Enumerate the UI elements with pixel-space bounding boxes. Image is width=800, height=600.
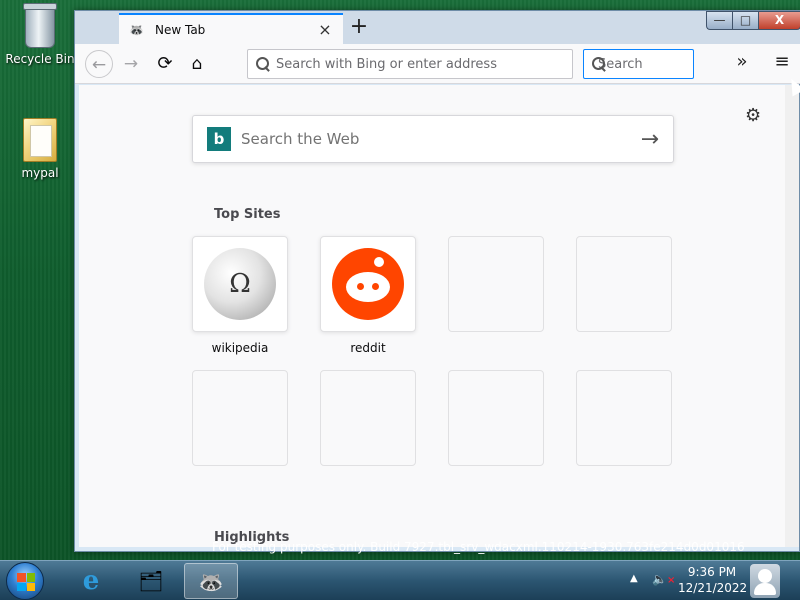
taskbar: e 🗂 🦝 ▲ 🔈× 9:36 PM 12/21/2022 xyxy=(0,560,800,600)
maximize-button[interactable]: □ xyxy=(732,11,758,30)
recycle-bin-icon xyxy=(23,3,57,48)
system-clock[interactable]: 9:36 PM 12/21/2022 xyxy=(678,564,748,596)
back-button[interactable]: ← xyxy=(85,50,113,78)
top-sites-title: Top Sites xyxy=(214,207,281,222)
raccoon-icon: 🦝 xyxy=(129,22,144,37)
url-input[interactable] xyxy=(270,56,572,72)
close-window-button[interactable]: X xyxy=(758,11,800,30)
top-site-wikipedia[interactable]: Ω xyxy=(192,236,288,332)
reddit-alien-icon xyxy=(332,248,404,320)
arrow-right-icon[interactable]: → xyxy=(641,127,659,152)
show-hidden-icons-button[interactable]: ▲ xyxy=(630,573,638,584)
desktop-icon-label: mypal xyxy=(21,166,59,180)
wikipedia-globe-icon: Ω xyxy=(204,248,276,320)
home-button[interactable]: ⌂ xyxy=(183,50,211,78)
clock-date: 12/21/2022 xyxy=(678,581,748,595)
tab-title: New Tab xyxy=(155,22,206,37)
top-site-empty[interactable] xyxy=(320,370,416,466)
new-tab-button[interactable]: + xyxy=(347,16,371,40)
top-site-empty[interactable] xyxy=(576,236,672,332)
top-site-label: reddit xyxy=(350,341,386,355)
tab-bar: 🦝 New Tab × + — □ X xyxy=(75,11,800,44)
hamburger-menu-button[interactable]: ≡ xyxy=(771,51,793,72)
start-button[interactable] xyxy=(6,562,44,600)
close-tab-icon[interactable]: × xyxy=(317,21,333,38)
web-search-box[interactable]: b → xyxy=(192,115,674,163)
top-site-reddit[interactable] xyxy=(320,236,416,332)
top-site-label: wikipedia xyxy=(211,341,269,355)
url-bar[interactable] xyxy=(247,49,573,79)
search-bar[interactable] xyxy=(583,49,768,79)
top-site-empty[interactable] xyxy=(576,370,672,466)
speaker-muted-icon[interactable]: 🔈× xyxy=(652,572,675,586)
clock-time: 9:36 PM xyxy=(687,565,737,579)
desktop-icon-recycle-bin[interactable]: Recycle Bin xyxy=(4,3,76,66)
gear-icon[interactable]: ⚙ xyxy=(745,105,761,126)
search-icon xyxy=(256,57,270,71)
overflow-menu-button[interactable]: » xyxy=(731,51,753,72)
windows-logo-icon xyxy=(17,573,35,591)
tab-new-tab[interactable]: 🦝 New Tab × xyxy=(119,13,343,44)
build-watermark: For testing purposes only. Build 7927.tb… xyxy=(212,540,745,554)
forward-button[interactable]: → xyxy=(117,50,145,78)
top-site-empty[interactable] xyxy=(448,370,544,466)
reload-button[interactable]: ⟳ xyxy=(151,50,179,78)
top-site-empty[interactable] xyxy=(448,236,544,332)
navigation-toolbar: ← → ⟳ ⌂ » ≡ xyxy=(75,44,800,84)
desktop-icon-label: Recycle Bin xyxy=(5,52,75,66)
internet-explorer-icon[interactable]: e xyxy=(64,563,118,599)
file-explorer-icon[interactable]: 🗂 xyxy=(124,563,178,599)
top-site-empty[interactable] xyxy=(192,370,288,466)
new-tab-page: ⚙ b → Top Sites Ω wikipedia reddit xyxy=(79,85,785,547)
folder-icon xyxy=(23,118,57,162)
browser-raccoon-icon[interactable]: 🦝 xyxy=(184,563,238,599)
desktop-icon-mypal[interactable]: mypal xyxy=(4,118,76,180)
browser-window: 🦝 New Tab × + — □ X ← → ⟳ ⌂ » ≡ ⚙ b xyxy=(74,10,800,552)
window-controls: — □ X xyxy=(706,11,800,30)
web-search-input[interactable] xyxy=(241,130,641,148)
vertical-scrollbar[interactable] xyxy=(785,85,799,547)
bing-logo-icon: b xyxy=(207,127,231,151)
user-icon[interactable] xyxy=(750,564,780,598)
minimize-button[interactable]: — xyxy=(706,11,732,30)
